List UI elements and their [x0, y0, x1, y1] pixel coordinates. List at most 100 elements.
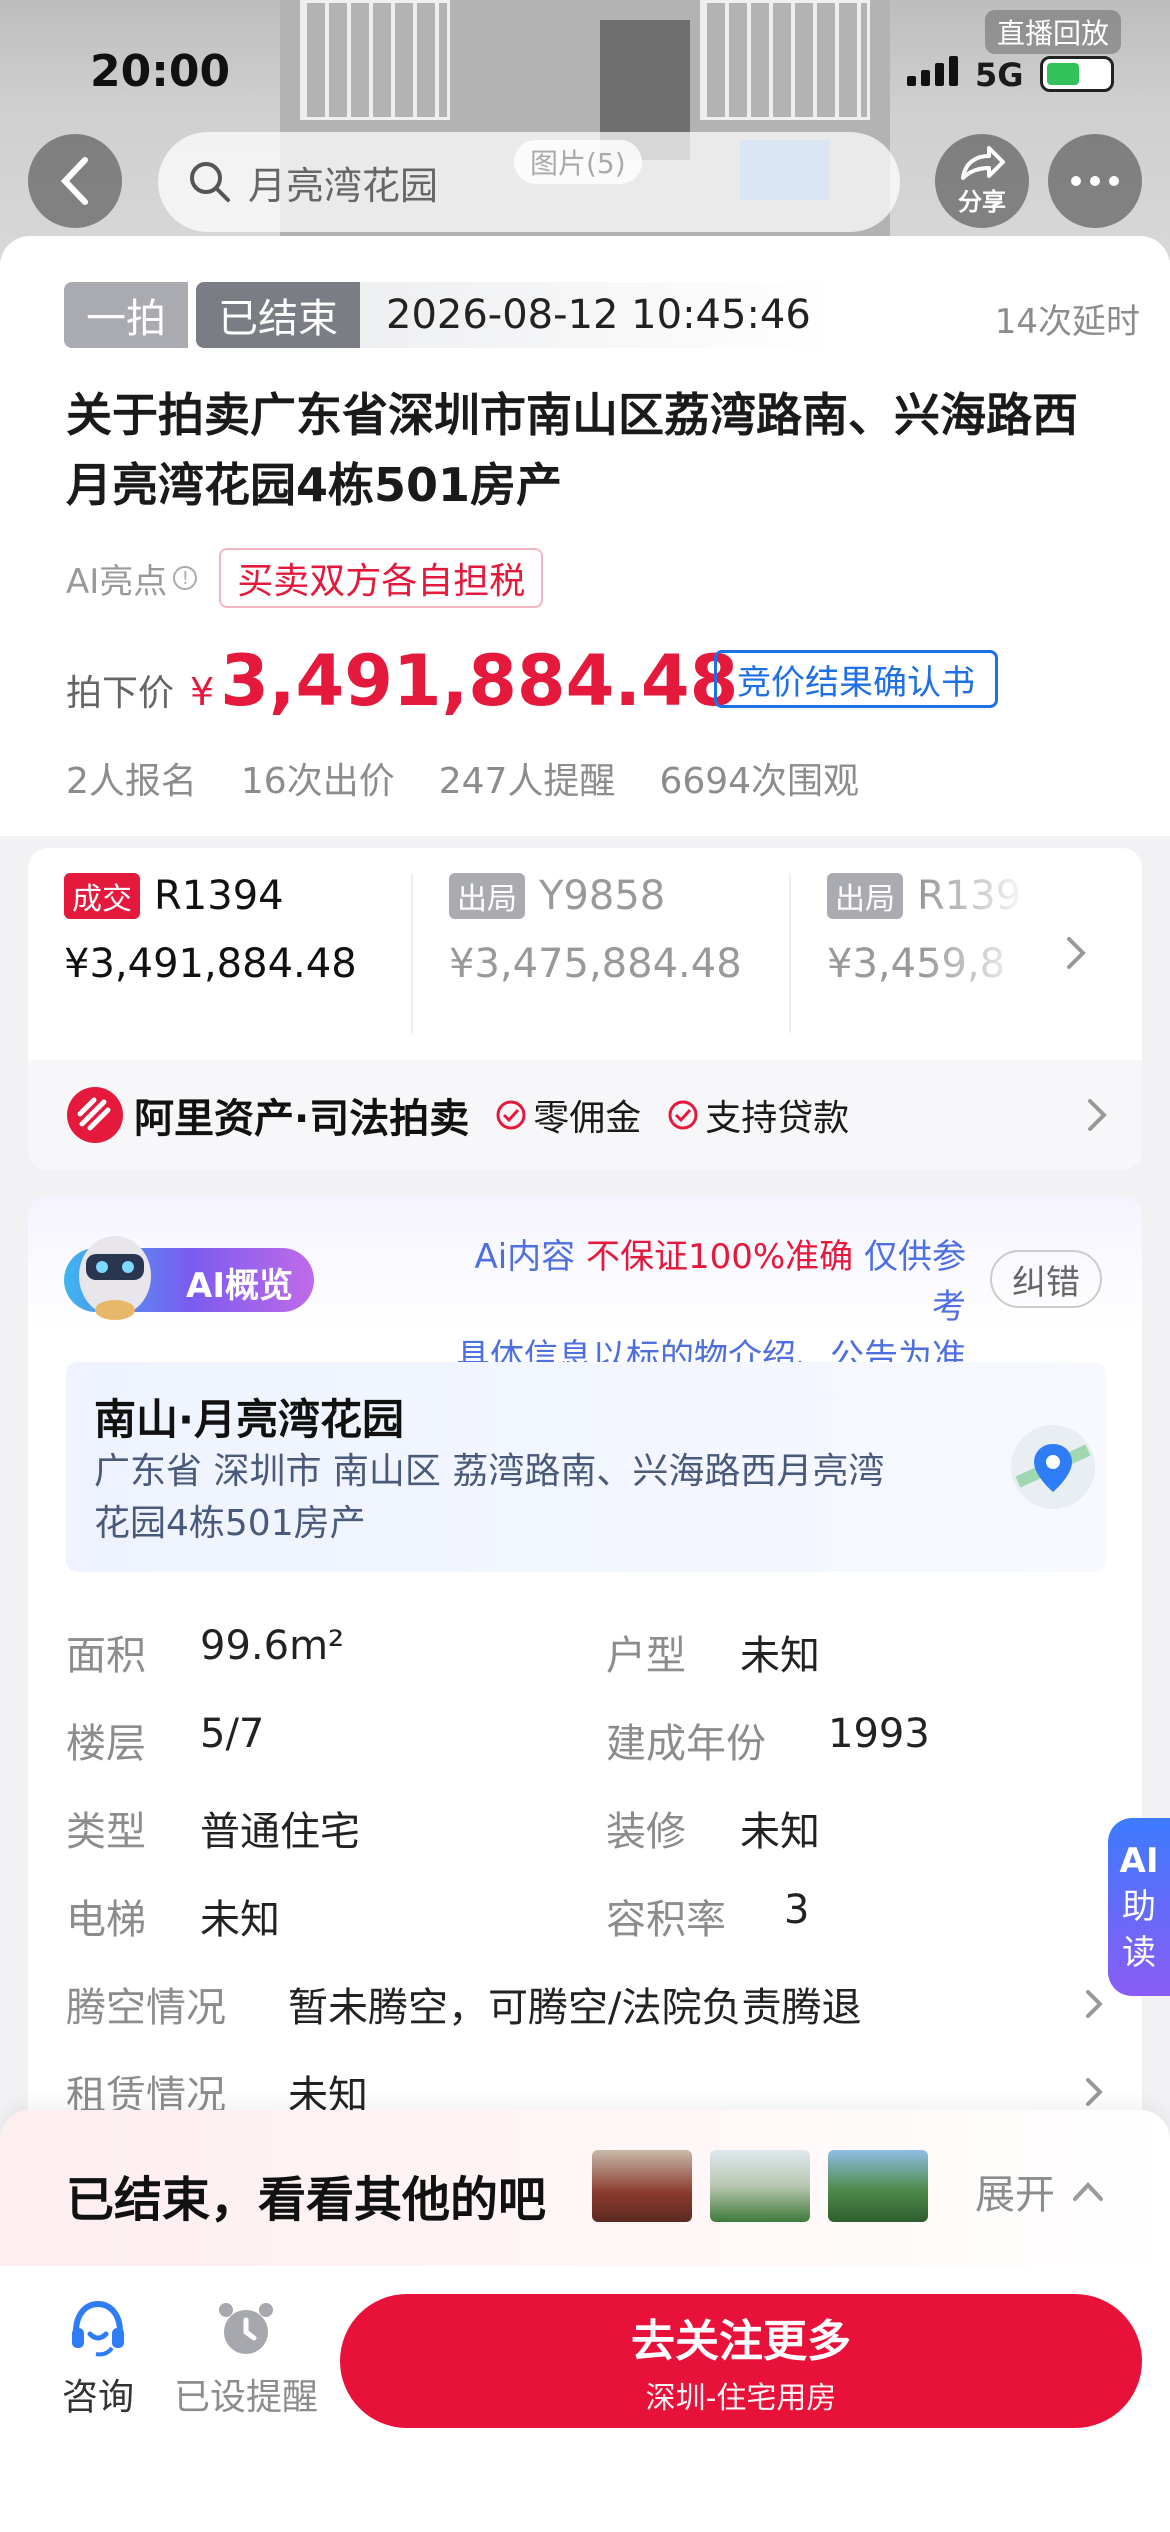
ali-asset-logo-icon: [67, 1087, 123, 1143]
location-name: 南山·月亮湾花园: [94, 1395, 404, 1444]
ai-notice-prefix: Ai内容: [474, 1237, 576, 1277]
thumbnail-3[interactable]: [828, 2150, 928, 2222]
thumbnail-2[interactable]: [710, 2150, 810, 2222]
platform-row[interactable]: 阿里资产·司法拍卖 零佣金 支持贷款: [28, 1060, 1142, 1170]
battery-icon: [1040, 56, 1114, 92]
correct-button[interactable]: 纠错: [990, 1250, 1102, 1308]
bid-status: 出局: [827, 873, 903, 919]
status-time: 20:00: [90, 46, 231, 97]
platform-name: 阿里资产·司法拍卖: [134, 1096, 470, 1142]
bidder-code: R1394: [154, 873, 284, 919]
bid-item-2[interactable]: 出局 Y9858 ¥3,475,884.48: [413, 873, 791, 1033]
follow-more-button[interactable]: 去关注更多 深圳-住宅用房: [340, 2294, 1142, 2428]
share-icon: [961, 145, 1005, 180]
expand-label: 展开: [975, 2172, 1055, 2218]
bid-list[interactable]: 成交 R1394 ¥3,491,884.48 出局 Y9858 ¥3,475,8…: [28, 848, 1142, 1058]
location-address: 广东省 深圳市 南山区 荔湾路南、兴海路西月亮湾花园4栋501房产: [94, 1451, 885, 1544]
detail-label: 容积率: [606, 1897, 726, 1943]
price-label: 拍下价: [66, 673, 175, 714]
cta-sub-label: 深圳-住宅用房: [645, 2381, 837, 2416]
vacancy-row[interactable]: 腾空情况 暂未腾空，可腾空/法院负责腾退: [66, 1960, 1106, 2048]
more-icon: [1071, 176, 1119, 186]
currency-symbol: ¥: [190, 670, 215, 714]
search-text: 月亮湾花园: [248, 163, 439, 208]
detail-value: 普通住宅: [200, 1809, 360, 1855]
details-grid: 面积 99.6m² 户型 未知 楼层 5/7 建成年份 1993 类型 普通住宅 装修 未知…: [66, 1608, 1106, 2136]
details-row: 面积 99.6m² 户型 未知: [66, 1608, 1106, 1696]
ai-notice-warning: 不保证100%准确: [585, 1237, 854, 1277]
tax-tag: 买卖双方各自担税: [219, 548, 544, 608]
bidder-code: R139: [917, 873, 1022, 919]
signal-icon: [907, 56, 958, 86]
map-pin-icon[interactable]: [1008, 1422, 1098, 1512]
ai-notice-suffix: 仅供参考: [864, 1237, 966, 1327]
ai-reader-tab[interactable]: AI 助 读: [1108, 1818, 1170, 1996]
detail-label: 建成年份: [606, 1721, 766, 1767]
confirm-button[interactable]: 竞价结果确认书: [714, 650, 998, 708]
ai-reader-line3: 读: [1122, 1933, 1156, 1973]
bid-price: ¥3,459,8: [827, 941, 1006, 987]
bid-status: 出局: [449, 873, 525, 919]
expand-button[interactable]: 展开: [975, 2162, 1105, 2220]
more-button[interactable]: [1048, 134, 1142, 228]
end-datetime: 2026-08-12 10:45:46: [360, 282, 837, 348]
back-button[interactable]: [28, 134, 122, 228]
ai-badge-label: AI概览: [186, 1266, 293, 1306]
detail-label: 面积: [66, 1633, 146, 1679]
round-tag: 一拍: [64, 282, 188, 348]
vacancy-value: 暂未腾空，可腾空/法院负责腾退: [288, 1985, 862, 2031]
price-row: 拍下价 ¥ 3,491,884.48: [66, 640, 738, 722]
thumbnail-1[interactable]: [592, 2150, 692, 2222]
detail-value: 未知: [740, 1809, 820, 1855]
final-price: 3,491,884.48: [220, 640, 739, 722]
alarm-clock-icon: [219, 2303, 273, 2354]
chevron-right-icon: [1086, 2078, 1103, 2106]
details-row: 电梯 未知 容积率 3: [66, 1872, 1106, 1960]
chevron-left-icon: [60, 157, 88, 205]
feature-loan-support: 支持贷款: [705, 1098, 850, 1139]
details-row: 类型 普通住宅 装修 未知: [66, 1784, 1106, 1872]
ai-notice: Ai内容 不保证100%准确 仅供参考 具体信息以标的物介绍、公告为准: [446, 1232, 966, 1382]
reminder-count: 247人提醒: [438, 761, 616, 802]
delay-count: 14次延时: [994, 302, 1140, 342]
signup-count: 2人报名: [66, 761, 197, 802]
reminder-button[interactable]: 已设提醒: [168, 2296, 324, 2420]
chevron-right-icon: [1086, 1990, 1103, 2018]
detail-value: 99.6m²: [200, 1623, 345, 1669]
detail-value: 5/7: [200, 1711, 265, 1757]
chevron-right-icon[interactable]: [1061, 933, 1091, 973]
bid-item-3[interactable]: 出局 R139 ¥3,459,8: [791, 873, 1031, 1033]
vacancy-label: 腾空情况: [66, 1985, 226, 2031]
ai-mascot-icon: [79, 1236, 151, 1320]
ai-highlight-row: AI亮点 ! 买卖双方各自担税: [66, 548, 544, 608]
info-icon[interactable]: !: [173, 566, 198, 590]
share-button[interactable]: 分享: [935, 134, 1029, 228]
ai-reader-line2: 助: [1122, 1887, 1156, 1927]
detail-value: 未知: [200, 1897, 280, 1943]
bidder-code: Y9858: [539, 873, 666, 919]
consult-button[interactable]: 咨询: [50, 2296, 146, 2420]
bid-price: ¥3,475,884.48: [449, 941, 742, 987]
check-circle-icon: [496, 1100, 526, 1130]
detail-label: 装修: [606, 1809, 686, 1855]
auction-stats: 2人报名 16次出价 247人提醒 6694次围观: [66, 752, 903, 804]
auction-title: 关于拍卖广东省深圳市南山区荔湾路南、兴海路西月亮湾花园4栋501房产: [66, 388, 1078, 512]
chevron-up-icon: [1073, 2182, 1103, 2201]
bid-item-1[interactable]: 成交 R1394 ¥3,491,884.48: [28, 873, 413, 1033]
feature-zero-commission: 零佣金: [533, 1098, 642, 1139]
pictures-pill[interactable]: 图片(5): [514, 140, 642, 184]
detail-label: 楼层: [66, 1721, 146, 1767]
cta-main-label: 去关注更多: [631, 2316, 851, 2367]
chevron-right-icon: [1088, 1099, 1107, 1131]
ended-text: 已结束，看看其他的吧: [66, 2172, 547, 2228]
view-count: 6694次围观: [659, 761, 860, 802]
search-bar[interactable]: 月亮湾花园 图片(5): [158, 132, 900, 232]
details-row: 楼层 5/7 建成年份 1993: [66, 1696, 1106, 1784]
check-circle-icon: [668, 1100, 698, 1130]
live-replay-badge[interactable]: 直播回放: [985, 10, 1122, 54]
auction-tags: 一拍 已结束 2026-08-12 10:45:46: [64, 282, 837, 348]
detail-value: 1993: [828, 1711, 930, 1757]
headset-icon: [72, 2300, 124, 2357]
ai-highlight-label: AI亮点: [66, 561, 168, 602]
detail-label: 电梯: [66, 1897, 146, 1943]
